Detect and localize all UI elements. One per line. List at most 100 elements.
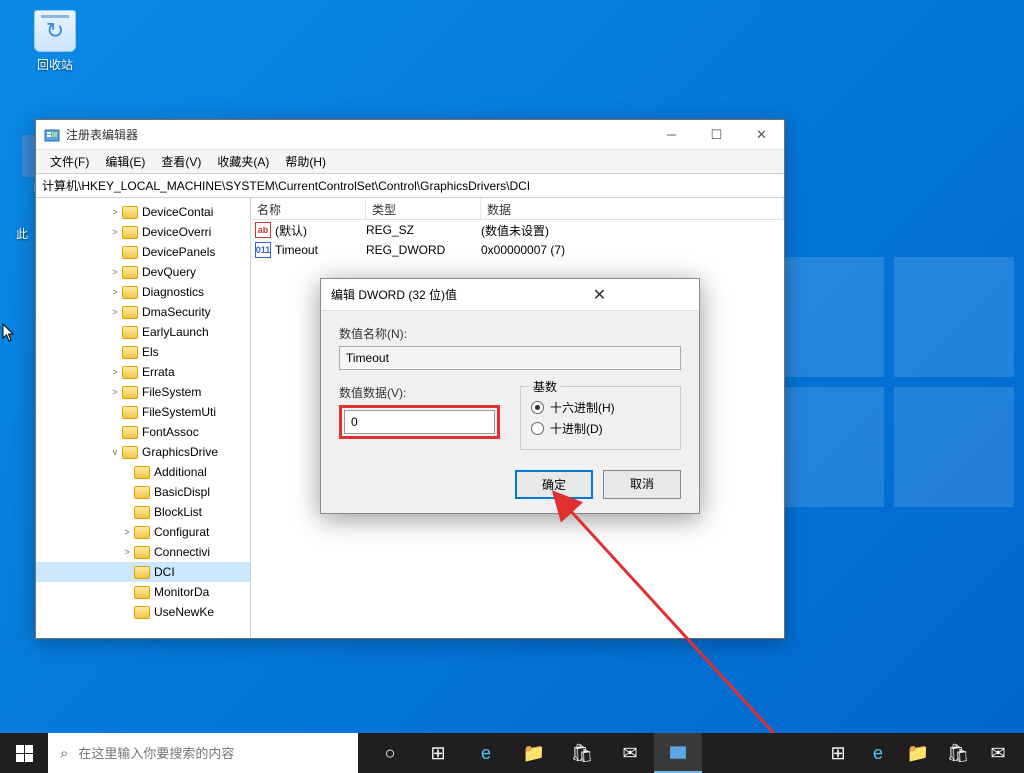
folder-icon bbox=[122, 266, 138, 279]
tree-node[interactable]: >Configurat bbox=[36, 522, 250, 542]
menu-edit[interactable]: 编辑(E) bbox=[97, 150, 153, 173]
tree-node[interactable]: FontAssoc bbox=[36, 422, 250, 442]
ok-button[interactable]: 确定 bbox=[515, 470, 593, 499]
tree-node[interactable]: >DevQuery bbox=[36, 262, 250, 282]
tree-node-label: DeviceContai bbox=[142, 205, 213, 219]
tree-node[interactable]: vGraphicsDrive bbox=[36, 442, 250, 462]
tree-node[interactable]: FileSystemUti bbox=[36, 402, 250, 422]
desktop-icon-partial[interactable]: 此 bbox=[8, 225, 36, 242]
value-row[interactable]: 011TimeoutREG_DWORD0x00000007 (7) bbox=[251, 240, 784, 260]
registry-tree[interactable]: >DeviceContai>DeviceOverriDevicePanels>D… bbox=[36, 198, 251, 638]
expand-icon[interactable]: > bbox=[108, 227, 122, 237]
value-type: REG_DWORD bbox=[366, 243, 481, 257]
tray-edge[interactable]: e bbox=[858, 733, 898, 773]
tray-explorer[interactable]: 📁 bbox=[898, 733, 938, 773]
expand-icon[interactable]: > bbox=[108, 287, 122, 297]
folder-icon bbox=[122, 306, 138, 319]
tree-node[interactable]: > Diagnostics bbox=[36, 282, 250, 302]
expand-icon[interactable]: > bbox=[108, 367, 122, 377]
menu-view[interactable]: 查看(V) bbox=[153, 150, 209, 173]
folder-icon bbox=[122, 246, 138, 259]
tree-node[interactable]: >DeviceOverri bbox=[36, 222, 250, 242]
tree-node[interactable]: DCI bbox=[36, 562, 250, 582]
col-name[interactable]: 名称 bbox=[251, 198, 366, 219]
value-type-icon: ab bbox=[255, 222, 271, 238]
value-data-input[interactable] bbox=[344, 410, 495, 434]
tree-node[interactable]: >FileSystem bbox=[36, 382, 250, 402]
expand-icon[interactable]: > bbox=[108, 267, 122, 277]
taskbar-search[interactable]: ⌕ bbox=[48, 733, 358, 773]
radio-icon bbox=[531, 401, 544, 414]
desktop-icon-recycle-bin[interactable]: 回收站 bbox=[20, 10, 90, 73]
tray-store[interactable]: 🛍 bbox=[938, 733, 978, 773]
regedit-icon bbox=[44, 127, 60, 143]
taskbar-explorer[interactable]: 📁 bbox=[510, 733, 558, 773]
radio-dec[interactable]: 十进制(D) bbox=[531, 420, 670, 437]
cancel-button[interactable]: 取消 bbox=[603, 470, 681, 499]
expand-icon[interactable]: v bbox=[108, 447, 122, 457]
folder-icon bbox=[134, 606, 150, 619]
menu-favorites[interactable]: 收藏夹(A) bbox=[209, 150, 277, 173]
menu-file[interactable]: 文件(F) bbox=[42, 150, 97, 173]
col-type[interactable]: 类型 bbox=[366, 198, 481, 219]
tray-mail[interactable]: ✉ bbox=[978, 733, 1018, 773]
expand-icon[interactable]: > bbox=[108, 387, 122, 397]
desktop-icon-label: 回收站 bbox=[20, 56, 90, 73]
taskbar-taskview[interactable]: ⊞ bbox=[414, 733, 462, 773]
folder-icon bbox=[122, 446, 138, 459]
expand-icon[interactable]: > bbox=[120, 527, 134, 537]
value-data-label: 数值数据(V): bbox=[339, 384, 500, 401]
tree-node[interactable]: >DmaSecurity bbox=[36, 302, 250, 322]
radio-hex[interactable]: 十六进制(H) bbox=[531, 399, 670, 416]
dialog-titlebar[interactable]: 编辑 DWORD (32 位)值 ✕ bbox=[321, 279, 699, 311]
radio-hex-label: 十六进制(H) bbox=[550, 399, 615, 416]
col-data[interactable]: 数据 bbox=[481, 198, 784, 219]
expand-icon[interactable]: > bbox=[120, 547, 134, 557]
folder-icon bbox=[122, 366, 138, 379]
tree-node[interactable]: Additional bbox=[36, 462, 250, 482]
close-button[interactable]: ✕ bbox=[739, 120, 784, 149]
base-group: 基数 十六进制(H) 十进制(D) bbox=[520, 386, 681, 450]
tree-node-label: Connectivi bbox=[154, 545, 210, 559]
tray-taskview[interactable]: ⊞ bbox=[818, 733, 858, 773]
tree-node-label: MonitorDa bbox=[154, 585, 209, 599]
folder-icon bbox=[122, 346, 138, 359]
menu-help[interactable]: 帮助(H) bbox=[277, 150, 334, 173]
value-name-input[interactable] bbox=[339, 346, 681, 370]
maximize-button[interactable]: ☐ bbox=[694, 120, 739, 149]
tree-node-label: FileSystemUti bbox=[142, 405, 216, 419]
taskbar-store[interactable]: 🛍 bbox=[558, 733, 606, 773]
folder-icon bbox=[134, 586, 150, 599]
tree-node[interactable]: UseNewKe bbox=[36, 602, 250, 622]
folder-icon bbox=[134, 506, 150, 519]
taskbar-regedit[interactable] bbox=[654, 733, 702, 773]
tree-node-label: Diagnostics bbox=[142, 285, 204, 299]
highlight-annotation bbox=[339, 405, 500, 439]
tree-node[interactable]: BlockList bbox=[36, 502, 250, 522]
value-name: (默认) bbox=[275, 222, 366, 239]
radio-dec-label: 十进制(D) bbox=[550, 420, 603, 437]
tree-node[interactable]: EarlyLaunch bbox=[36, 322, 250, 342]
taskbar: ⌕ ○ ⊞ e 📁 🛍 ✉ ⊞ e 📁 🛍 ✉ bbox=[0, 733, 1024, 773]
tree-node[interactable]: > DeviceContai bbox=[36, 202, 250, 222]
address-input[interactable] bbox=[42, 179, 778, 193]
expand-icon[interactable]: > bbox=[108, 207, 122, 217]
tree-node[interactable]: DevicePanels bbox=[36, 242, 250, 262]
tree-node[interactable]: > Connectivi bbox=[36, 542, 250, 562]
tree-node[interactable]: Els bbox=[36, 342, 250, 362]
start-button[interactable] bbox=[0, 733, 48, 773]
minimize-button[interactable]: ─ bbox=[649, 120, 694, 149]
dialog-close-button[interactable]: ✕ bbox=[510, 285, 689, 305]
tree-node[interactable]: BasicDispl bbox=[36, 482, 250, 502]
expand-icon[interactable]: > bbox=[108, 307, 122, 317]
search-input[interactable] bbox=[78, 746, 346, 761]
taskbar-edge[interactable]: e bbox=[462, 733, 510, 773]
tree-node-label: DevicePanels bbox=[142, 245, 215, 259]
value-row[interactable]: ab(默认)REG_SZ(数值未设置) bbox=[251, 220, 784, 240]
tree-node[interactable]: >Errata bbox=[36, 362, 250, 382]
taskbar-mail[interactable]: ✉ bbox=[606, 733, 654, 773]
taskbar-cortana[interactable]: ○ bbox=[366, 733, 414, 773]
window-titlebar[interactable]: 注册表编辑器 ─ ☐ ✕ bbox=[36, 120, 784, 150]
base-label: 基数 bbox=[529, 378, 561, 395]
tree-node[interactable]: MonitorDa bbox=[36, 582, 250, 602]
